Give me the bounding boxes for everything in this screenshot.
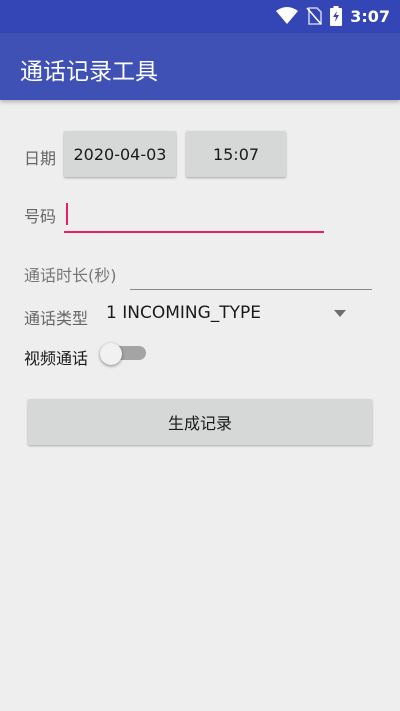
- call-type-label: 通话类型: [24, 309, 89, 328]
- text-cursor: [66, 203, 68, 225]
- date-picker-button[interactable]: 2020-04-03: [64, 131, 176, 177]
- video-call-label: 视频通话: [24, 349, 89, 368]
- date-label: 日期: [24, 149, 57, 168]
- date-value: 2020-04-03: [73, 144, 167, 164]
- status-icons: 3:07: [276, 5, 390, 27]
- no-sim-icon: [306, 7, 323, 25]
- time-picker-button[interactable]: 15:07: [186, 131, 286, 177]
- wifi-icon: [276, 7, 299, 24]
- generate-record-button[interactable]: 生成记录: [28, 399, 372, 445]
- duration-input[interactable]: 通话时长(秒): [24, 256, 372, 290]
- duration-input-underline: [130, 289, 372, 290]
- number-label: 号码: [24, 207, 57, 226]
- status-time: 3:07: [350, 6, 390, 26]
- number-input[interactable]: [64, 197, 324, 233]
- app-title: 通话记录工具: [20, 59, 158, 85]
- number-input-underline: [64, 231, 324, 233]
- duration-placeholder: 通话时长(秒): [24, 266, 117, 285]
- battery-charging-icon: [330, 6, 343, 26]
- call-type-spinner[interactable]: 1 INCOMING_TYPE: [104, 298, 356, 330]
- generate-record-label: 生成记录: [167, 414, 232, 433]
- time-value: 15:07: [212, 144, 260, 164]
- app-bar: 通话记录工具: [0, 33, 400, 100]
- switch-thumb[interactable]: [100, 343, 122, 365]
- dropdown-arrow-icon: [334, 310, 346, 317]
- status-bar: 3:07: [0, 0, 400, 33]
- call-type-value: 1 INCOMING_TYPE: [106, 303, 262, 323]
